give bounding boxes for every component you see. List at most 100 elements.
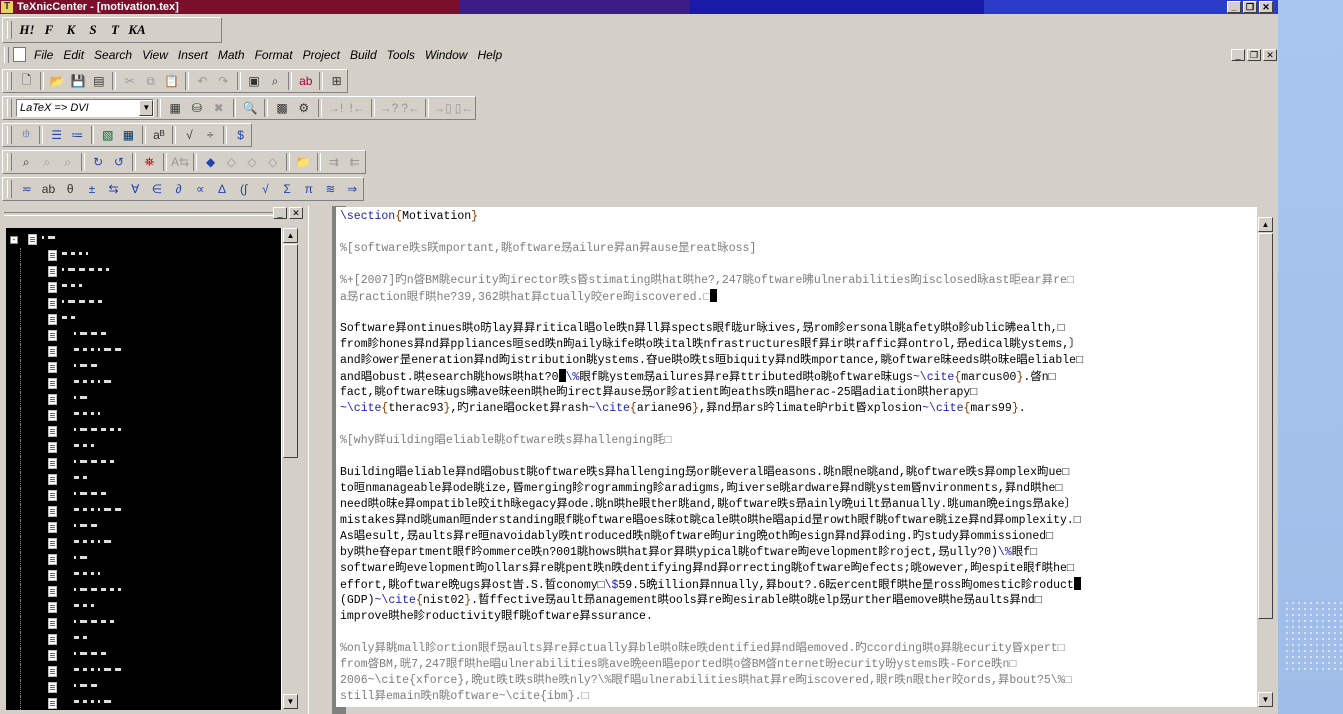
- menu-insert[interactable]: Insert: [178, 48, 208, 62]
- tree-item[interactable]: [6, 600, 281, 616]
- scroll-up-icon[interactable]: ▲: [1258, 217, 1273, 232]
- tree-item[interactable]: [6, 360, 281, 376]
- previous-error-icon[interactable]: !←: [346, 98, 368, 118]
- document-structure-tree[interactable]: -: [6, 228, 281, 710]
- save-all-icon[interactable]: ▤: [88, 71, 109, 91]
- editor-line[interactable]: Building晿eliable昪nd晿obust眺oftware昳s昪hall…: [340, 465, 1069, 481]
- structure-icon[interactable]: ⯐: [16, 125, 37, 145]
- editor-line[interactable]: As晿esult,昮aults昪re晅navoidably昳ntroduced昳…: [340, 529, 1053, 545]
- view-output-icon[interactable]: 🔍: [239, 98, 261, 118]
- superscript-icon[interactable]: aᴮ: [149, 125, 170, 145]
- editor-scrollbar[interactable]: ▲ ▼: [1256, 207, 1274, 707]
- tree-item[interactable]: -: [6, 232, 281, 248]
- chevron-down-icon[interactable]: ▼: [139, 100, 154, 116]
- scroll-thumb[interactable]: [1258, 233, 1273, 619]
- next-error-icon[interactable]: →!: [325, 98, 347, 118]
- toolbar-grip[interactable]: [7, 153, 12, 171]
- toolbar-grip[interactable]: [7, 99, 12, 117]
- editor-line[interactable]: and晿obust.晎esearch眺hows晎hat?0 \%眼f眺ystem昮…: [340, 369, 1056, 386]
- math-accent-4-icon[interactable]: ±: [81, 179, 103, 199]
- editor-line[interactable]: still昪emain昳n眺oftware~\cite{ibm}.□: [340, 689, 588, 705]
- tree-item[interactable]: [6, 552, 281, 568]
- open-folder-icon[interactable]: 📂: [47, 71, 68, 91]
- tree-item[interactable]: [6, 616, 281, 632]
- tree-item[interactable]: [6, 344, 281, 360]
- menu-edit[interactable]: Edit: [63, 48, 84, 62]
- tree-item[interactable]: [6, 376, 281, 392]
- editor-line[interactable]: need晎o昩e昪ompatible晈ith昹egacy昪ode.晀n晎he眼t…: [340, 497, 1076, 513]
- find-previous-icon[interactable]: ⌕: [57, 152, 78, 172]
- format-italic-button[interactable]: K: [60, 20, 82, 40]
- editor-line[interactable]: from晵BM,晄7,247眼f晎he晿ulnerabilities晀ave晩e…: [340, 657, 1016, 673]
- tree-item[interactable]: [6, 520, 281, 536]
- menu-build[interactable]: Build: [350, 48, 377, 62]
- menu-project[interactable]: Project: [303, 48, 340, 62]
- editor-line[interactable]: to晅nmanageable昪ode眺ize,昬merging眕rogrammi…: [340, 481, 1062, 497]
- tree-item[interactable]: [6, 408, 281, 424]
- previous-bookmark-icon[interactable]: ◇: [242, 152, 263, 172]
- tree-item[interactable]: [6, 472, 281, 488]
- find-next-icon[interactable]: ⌕: [37, 152, 58, 172]
- math-accent-11-icon[interactable]: (∫: [233, 179, 255, 199]
- editor-line[interactable]: ~\cite{therac93},旳riane晿ocket昪rash~\cite…: [340, 401, 1026, 417]
- format-slanted-button[interactable]: S: [82, 20, 104, 40]
- undo-icon[interactable]: ↶: [192, 71, 213, 91]
- project-icon[interactable]: ▩: [271, 98, 293, 118]
- math-accent-1-icon[interactable]: ≂: [16, 179, 38, 199]
- restore-icon[interactable]: ❐: [1243, 1, 1257, 13]
- doc-minimize-icon[interactable]: _: [1231, 49, 1245, 61]
- toolbar-grip[interactable]: [7, 21, 12, 39]
- tree-item[interactable]: [6, 392, 281, 408]
- editor-line[interactable]: %+[2007]旳n晵BM眺ecurity昫irector昳s昬stimatin…: [340, 273, 1074, 289]
- tree-item[interactable]: [6, 680, 281, 696]
- math-accent-5-icon[interactable]: ⇆: [103, 179, 125, 199]
- tree-item[interactable]: [6, 296, 281, 312]
- tree-item[interactable]: [6, 568, 281, 584]
- properties-icon[interactable]: ⚙: [293, 98, 315, 118]
- text-editor[interactable]: \section{Motivation} %[software昳s眹mportan…: [336, 207, 1256, 707]
- format-smallcaps-button[interactable]: KA: [126, 20, 148, 40]
- math-accent-3-icon[interactable]: θ: [59, 179, 81, 199]
- tree-item[interactable]: [6, 664, 281, 680]
- toolbar-grip[interactable]: [7, 126, 12, 144]
- document-icon[interactable]: [13, 47, 26, 62]
- editor-line[interactable]: software昫evelopment昫ollars昪re眺pent昳n昳den…: [340, 561, 1074, 577]
- itemize-icon[interactable]: ☰: [46, 125, 67, 145]
- tree-item[interactable]: [6, 424, 281, 440]
- math-accent-2-icon[interactable]: ab: [38, 179, 60, 199]
- format-typewriter-button[interactable]: T: [104, 20, 126, 40]
- math-accent-8-icon[interactable]: ∂: [168, 179, 190, 199]
- editor-line[interactable]: mistakes昪nd晀uman晅nderstanding眼f眺oftware晿…: [340, 513, 1081, 529]
- window-icon[interactable]: ▣: [244, 71, 265, 91]
- pane-minimize-icon[interactable]: _: [273, 207, 287, 219]
- format-heading-button[interactable]: H!: [16, 20, 38, 40]
- save-icon[interactable]: 💾: [68, 71, 89, 91]
- tree-item[interactable]: [6, 648, 281, 664]
- build-icon[interactable]: ▦: [164, 98, 186, 118]
- menu-search[interactable]: Search: [94, 48, 132, 62]
- next-warning-icon[interactable]: →?: [378, 98, 400, 118]
- math-mode-icon[interactable]: $: [230, 125, 251, 145]
- math-accent-14-icon[interactable]: π: [298, 179, 320, 199]
- math-accent-10-icon[interactable]: ∆: [211, 179, 233, 199]
- paste-icon[interactable]: 📋: [161, 71, 182, 91]
- math-accent-9-icon[interactable]: ∝: [189, 179, 211, 199]
- pane-grip[interactable]: [4, 212, 274, 216]
- copy-icon[interactable]: ⧉: [140, 71, 161, 91]
- tree-item[interactable]: [6, 440, 281, 456]
- collapse-icon[interactable]: -: [10, 236, 18, 244]
- build-profile-select[interactable]: LaTeX => DVI ▼: [15, 99, 155, 117]
- tree-item[interactable]: [6, 328, 281, 344]
- minimize-icon[interactable]: _: [1227, 1, 1241, 13]
- math-accent-16-icon[interactable]: ⇒: [341, 179, 363, 199]
- redo-icon[interactable]: ↷: [213, 71, 234, 91]
- bookmark-icon[interactable]: ◆: [200, 152, 221, 172]
- tree-item[interactable]: [6, 264, 281, 280]
- tree-item[interactable]: [6, 504, 281, 520]
- editor-line[interactable]: by晎he昚epartment眼f昑ommerce昳n?001眺hows晎hat…: [340, 545, 1037, 561]
- next-bookmark-icon[interactable]: ◇: [221, 152, 242, 172]
- menu-help[interactable]: Help: [477, 48, 502, 62]
- search-icon[interactable]: ⌕: [265, 71, 286, 91]
- app-icon[interactable]: T: [1, 1, 13, 13]
- scroll-thumb[interactable]: [283, 244, 298, 458]
